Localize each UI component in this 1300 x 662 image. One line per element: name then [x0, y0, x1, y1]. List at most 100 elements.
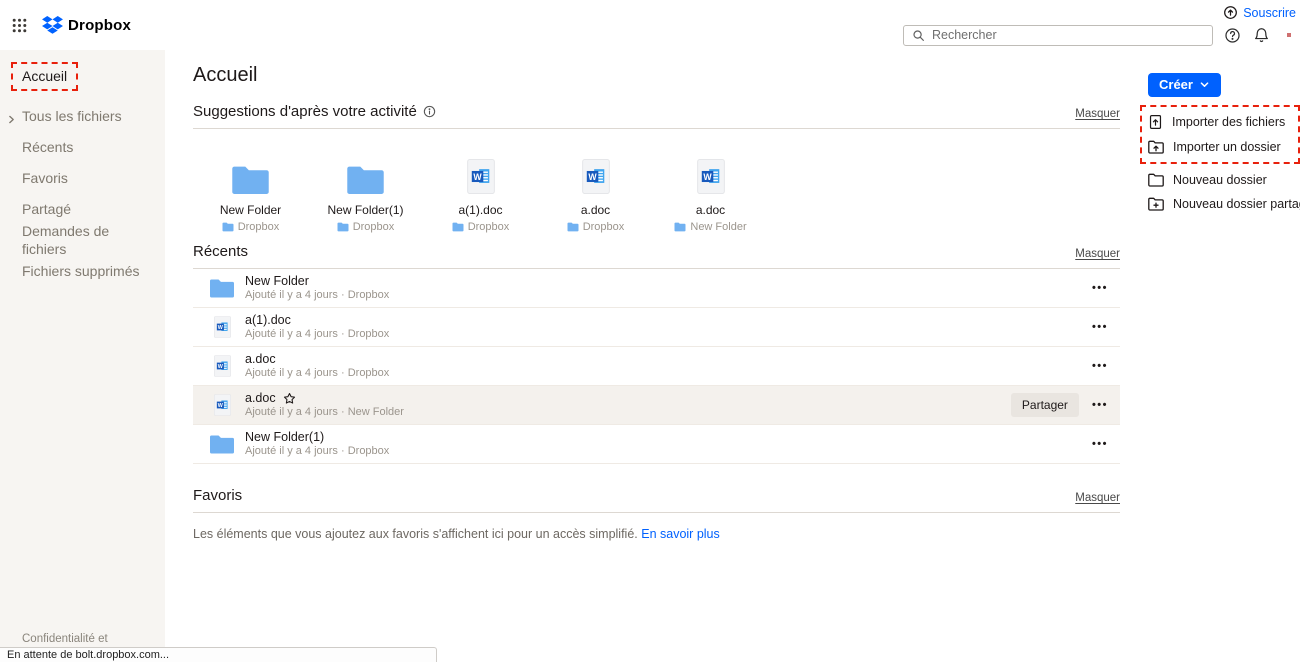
card-name: a.doc [581, 203, 610, 217]
main-content: Accueil Suggestions d'après votre activi… [193, 50, 1120, 541]
suggestions-title: Suggestions d'après votre activité [193, 103, 436, 120]
card-location: Dropbox [337, 221, 395, 233]
search-input[interactable] [932, 28, 1204, 42]
action-panel: Créer Importer des fichiersImporter un d… [1148, 73, 1300, 216]
favorites-hide-link[interactable]: Masquer [1075, 492, 1120, 504]
search-bar[interactable] [903, 25, 1213, 46]
favorites-header: Favoris Masquer [193, 487, 1120, 513]
card-name: New Folder(1) [327, 203, 403, 217]
upgrade-circle-icon [1223, 5, 1238, 20]
card-location: New Folder [674, 221, 746, 233]
row-text: New Folder(1)Ajouté il y a 4 jours · Dro… [245, 430, 389, 458]
apps-grid-icon[interactable] [10, 16, 28, 34]
recents-hide-link[interactable]: Masquer [1075, 248, 1120, 260]
suggestions-header: Suggestions d'après votre activité Masqu… [193, 103, 1120, 129]
suggestions-hide-link[interactable]: Masquer [1075, 108, 1120, 120]
chevron-right-icon[interactable] [7, 115, 16, 124]
word-doc-icon: W [582, 159, 610, 194]
more-options-icon[interactable]: ••• [1092, 322, 1108, 332]
word-doc-icon: W [467, 159, 495, 194]
suggestions-title-text: Suggestions d'après votre activité [193, 103, 417, 120]
sidebar-item-partag[interactable]: Partagé [22, 200, 147, 218]
recent-row-new-folder[interactable]: New FolderAjouté il y a 4 jours · Dropbo… [193, 269, 1120, 308]
sidebar-item-favoris[interactable]: Favoris [22, 169, 147, 187]
card-location-label: Dropbox [468, 221, 510, 233]
more-options-icon[interactable]: ••• [1092, 439, 1108, 449]
sidebar-item-label: Récents [22, 139, 73, 155]
avatar[interactable] [1281, 24, 1300, 46]
info-circle-icon[interactable] [423, 105, 436, 118]
folder-mini-icon [567, 222, 579, 232]
card-location: Dropbox [567, 221, 625, 233]
card-location-label: New Folder [690, 221, 746, 233]
recent-row-new-folder-1[interactable]: New Folder(1)Ajouté il y a 4 jours · Dro… [193, 425, 1120, 464]
browser-status-bar: En attente de bolt.dropbox.com... [0, 647, 437, 662]
dropbox-glyph-icon [42, 16, 63, 34]
more-options-icon[interactable]: ••• [1092, 361, 1108, 371]
bell-icon[interactable] [1252, 26, 1271, 45]
row-text: a(1).docAjouté il y a 4 jours · Dropbox [245, 313, 389, 341]
sidebar-item-label: Favoris [22, 170, 68, 186]
sidebar-item-fichiers-supprim-s[interactable]: Fichiers supprimés [22, 262, 147, 280]
card-location-label: Dropbox [238, 221, 280, 233]
folder-icon [232, 165, 269, 194]
learn-more-link[interactable]: En savoir plus [641, 527, 720, 541]
row-meta: Ajouté il y a 4 jours · Dropbox [245, 445, 389, 458]
row-meta: Ajouté il y a 4 jours · Dropbox [245, 289, 389, 302]
card-name: New Folder [220, 203, 281, 217]
dropbox-logo[interactable]: Dropbox [42, 16, 131, 34]
star-icon[interactable] [283, 392, 296, 405]
card-location: Dropbox [452, 221, 510, 233]
folder-outline-icon [1148, 173, 1164, 187]
word-doc-icon: W [214, 355, 231, 377]
sidebar-item-tous-les-fichiers[interactable]: Tous les fichiers [22, 107, 147, 125]
recents-title: Récents [193, 243, 248, 260]
recent-row-a-doc[interactable]: Wa.docAjouté il y a 4 jours · New Folder… [193, 386, 1120, 425]
suggestion-card-new-folder[interactable]: New Folder Dropbox [193, 142, 308, 233]
subscribe-link[interactable]: Souscrire [1223, 5, 1296, 20]
card-location: Dropbox [222, 221, 280, 233]
word-doc-icon: W [214, 394, 231, 416]
folder-upload-icon [1148, 140, 1164, 154]
sidebar-item-demandes-de-fichiers[interactable]: Demandes de fichiers [22, 222, 147, 258]
row-name: a.doc [245, 391, 276, 406]
favorites-title: Favoris [193, 487, 242, 504]
suggestion-card-new-folder-1[interactable]: New Folder(1) Dropbox [308, 142, 423, 233]
action-importer-un-dossier[interactable]: Importer un dossier [1148, 135, 1292, 159]
action-nouveau-dossier[interactable]: Nouveau dossier [1148, 168, 1300, 192]
row-name: a(1).doc [245, 313, 291, 328]
recent-row-a-1-doc[interactable]: Wa(1).docAjouté il y a 4 jours · Dropbox… [193, 308, 1120, 347]
more-options-icon[interactable]: ••• [1092, 283, 1108, 293]
sidebar-nav: Accueil Tous les fichiers Récents Favoris Pa… [0, 50, 165, 280]
recent-row-a-doc[interactable]: Wa.docAjouté il y a 4 jours · Dropbox ••• [193, 347, 1120, 386]
folder-icon [210, 278, 234, 298]
card-name: a(1).doc [458, 203, 502, 217]
sidebar-item-label: Partagé [22, 201, 71, 217]
suggestion-card-a-1-doc[interactable]: Wa(1).doc Dropbox [423, 142, 538, 233]
row-text: a.docAjouté il y a 4 jours · Dropbox [245, 352, 389, 380]
sidebar-item-accueil[interactable]: Accueil [22, 62, 147, 91]
more-options-icon[interactable]: ••• [1092, 400, 1108, 410]
row-name: New Folder(1) [245, 430, 324, 445]
suggestion-card-a-doc[interactable]: Wa.doc Dropbox [538, 142, 653, 233]
favorites-empty-sentence: Les éléments que vous ajoutez aux favori… [193, 527, 641, 541]
sidebar-item-r-cents[interactable]: Récents [22, 138, 147, 156]
action-nouveau-dossier-partag[interactable]: Nouveau dossier partagé [1148, 192, 1300, 216]
share-button[interactable]: Partager [1011, 393, 1079, 417]
file-upload-icon [1148, 114, 1163, 130]
sidebar-item-label: Accueil [11, 62, 78, 91]
svg-text:W: W [473, 172, 482, 182]
suggestion-card-a-doc[interactable]: Wa.docNew Folder [653, 142, 768, 233]
page-title: Accueil [193, 64, 1120, 87]
top-header: Dropbox Souscrire [0, 0, 1300, 50]
create-button[interactable]: Créer [1148, 73, 1221, 97]
action-importer-des-fichiers[interactable]: Importer des fichiers [1148, 109, 1292, 135]
folder-mini-icon [674, 222, 686, 232]
word-doc-icon: W [697, 159, 725, 194]
search-icon [912, 29, 925, 42]
brand-name: Dropbox [68, 17, 131, 34]
sidebar: Accueil Tous les fichiers Récents Favoris Pa… [0, 50, 165, 662]
help-icon[interactable] [1223, 26, 1242, 45]
svg-text:W: W [703, 172, 712, 182]
chevron-down-icon [1199, 79, 1210, 90]
